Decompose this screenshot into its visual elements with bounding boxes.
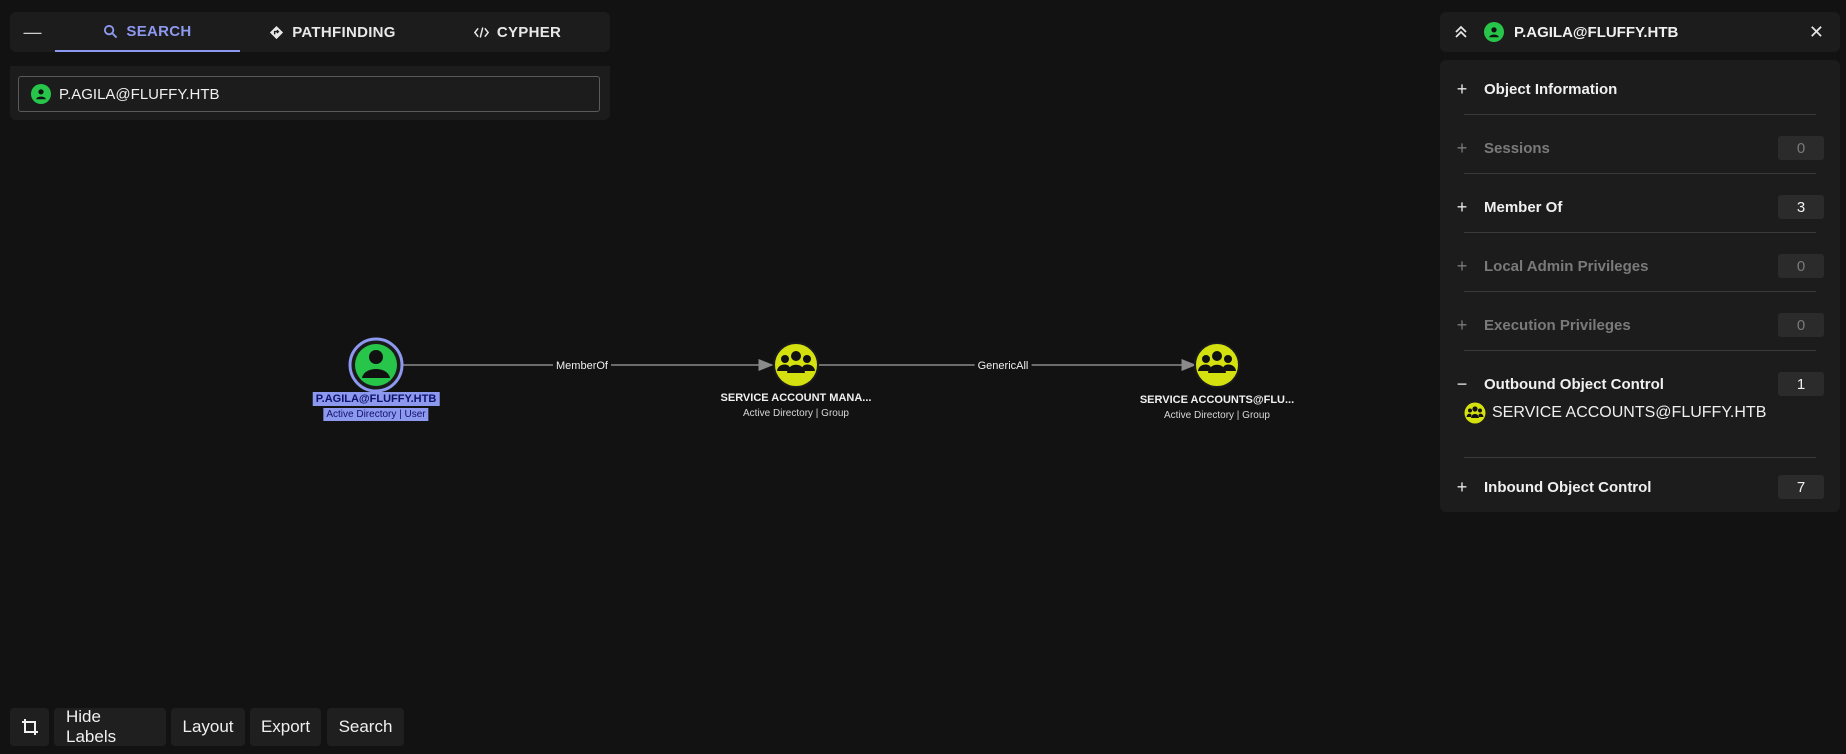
section-member-of[interactable]: + Member Of 3 <box>1440 178 1840 236</box>
section-sessions[interactable]: + Sessions 0 <box>1440 119 1840 177</box>
graph-node-user[interactable] <box>348 337 404 393</box>
search-input-value: P.AGILA@FLUFFY.HTB <box>59 85 220 103</box>
section-label: Inbound Object Control <box>1484 478 1652 496</box>
count-badge: 7 <box>1778 475 1824 499</box>
outbound-item[interactable]: SERVICE ACCOUNTS@FLUFFY.HTB <box>1464 402 1766 424</box>
plus-icon: + <box>1456 314 1468 335</box>
search-icon <box>104 24 118 38</box>
section-execution-privileges[interactable]: + Execution Privileges 0 <box>1440 296 1840 354</box>
count-badge: 0 <box>1778 313 1824 337</box>
plus-icon: + <box>1456 78 1468 99</box>
entity-panel-header: P.AGILA@FLUFFY.HTB ✕ <box>1440 12 1840 52</box>
entity-panel-body: + Object Information + Sessions 0 + Memb… <box>1440 60 1840 512</box>
hide-labels-button[interactable]: Hide Labels <box>54 707 166 746</box>
section-object-information[interactable]: + Object Information <box>1440 60 1840 118</box>
layout-button[interactable]: Layout <box>171 708 245 746</box>
tab-search[interactable]: SEARCH <box>55 12 240 52</box>
search-input[interactable]: P.AGILA@FLUFFY.HTB <box>18 76 600 112</box>
user-icon <box>31 84 51 104</box>
section-label: Local Admin Privileges <box>1484 257 1649 275</box>
user-icon <box>1484 22 1504 42</box>
node-label-user[interactable]: P.AGILA@FLUFFY.HTB <box>312 392 440 406</box>
group-icon <box>1198 351 1236 373</box>
node-type-group-2: Active Directory | Group <box>1164 410 1270 421</box>
outbound-item-label: SERVICE ACCOUNTS@FLUFFY.HTB <box>1492 404 1767 421</box>
count-badge: 0 <box>1778 254 1824 278</box>
graph-node-group-2[interactable] <box>1194 342 1240 388</box>
plus-icon: + <box>1456 196 1468 217</box>
section-label: Outbound Object Control <box>1484 375 1664 393</box>
divider <box>1464 232 1816 233</box>
section-label: Member Of <box>1484 198 1563 216</box>
tab-pathfinding[interactable]: PATHFINDING <box>240 12 425 52</box>
node-label-group-2[interactable]: SERVICE ACCOUNTS@FLU... <box>1140 394 1294 406</box>
section-label: Object Information <box>1484 80 1618 98</box>
tab-cypher[interactable]: CYPHER <box>425 12 610 52</box>
crop-button[interactable] <box>10 708 49 746</box>
divider <box>1464 173 1816 174</box>
section-label: Sessions <box>1484 139 1550 157</box>
entity-panel-title: P.AGILA@FLUFFY.HTB <box>1514 23 1679 41</box>
plus-icon: + <box>1456 476 1468 497</box>
search-panel: P.AGILA@FLUFFY.HTB <box>10 66 610 120</box>
edge-label-memberof[interactable]: MemberOf <box>553 360 611 372</box>
node-type-group-1: Active Directory | Group <box>743 408 849 419</box>
divider <box>1464 291 1816 292</box>
tab-cypher-label: CYPHER <box>496 23 562 41</box>
plus-icon: + <box>1456 137 1468 158</box>
divider <box>1464 114 1816 115</box>
pathfinding-icon <box>270 25 284 39</box>
collapse-up-icon[interactable] <box>1454 25 1468 39</box>
graph-node-group-1[interactable] <box>773 342 819 388</box>
plus-icon: + <box>1456 255 1468 276</box>
edge-label-genericall[interactable]: GenericAll <box>974 360 1032 372</box>
code-icon <box>473 26 489 38</box>
tab-pathfinding-label: PATHFINDING <box>292 23 396 41</box>
export-button[interactable]: Export <box>250 708 321 746</box>
node-type-user: Active Directory | User <box>323 408 429 421</box>
group-icon <box>777 351 815 373</box>
close-icon[interactable]: ✕ <box>1809 22 1824 43</box>
crop-icon <box>21 719 38 735</box>
tab-search-label: SEARCH <box>126 22 192 40</box>
count-badge: 0 <box>1778 136 1824 160</box>
search-button[interactable]: Search <box>327 708 404 746</box>
node-label-group-1[interactable]: SERVICE ACCOUNT MANA... <box>721 392 872 404</box>
count-badge: 1 <box>1778 372 1824 396</box>
minus-icon: − <box>1456 373 1468 394</box>
count-badge: 3 <box>1778 195 1824 219</box>
section-label: Execution Privileges <box>1484 316 1631 334</box>
divider <box>1464 350 1816 351</box>
user-icon <box>362 350 390 378</box>
node-label-user-text: P.AGILA@FLUFFY.HTB <box>312 392 440 406</box>
node-type-user-text: Active Directory | User <box>323 408 429 421</box>
section-local-admin-privileges[interactable]: + Local Admin Privileges 0 <box>1440 237 1840 295</box>
section-inbound-object-control[interactable]: + Inbound Object Control 7 <box>1440 458 1840 516</box>
collapse-icon[interactable]: — <box>10 12 55 52</box>
explore-tabs: — SEARCH PATHFINDING CYPHER <box>10 12 610 52</box>
group-icon <box>1464 402 1486 424</box>
